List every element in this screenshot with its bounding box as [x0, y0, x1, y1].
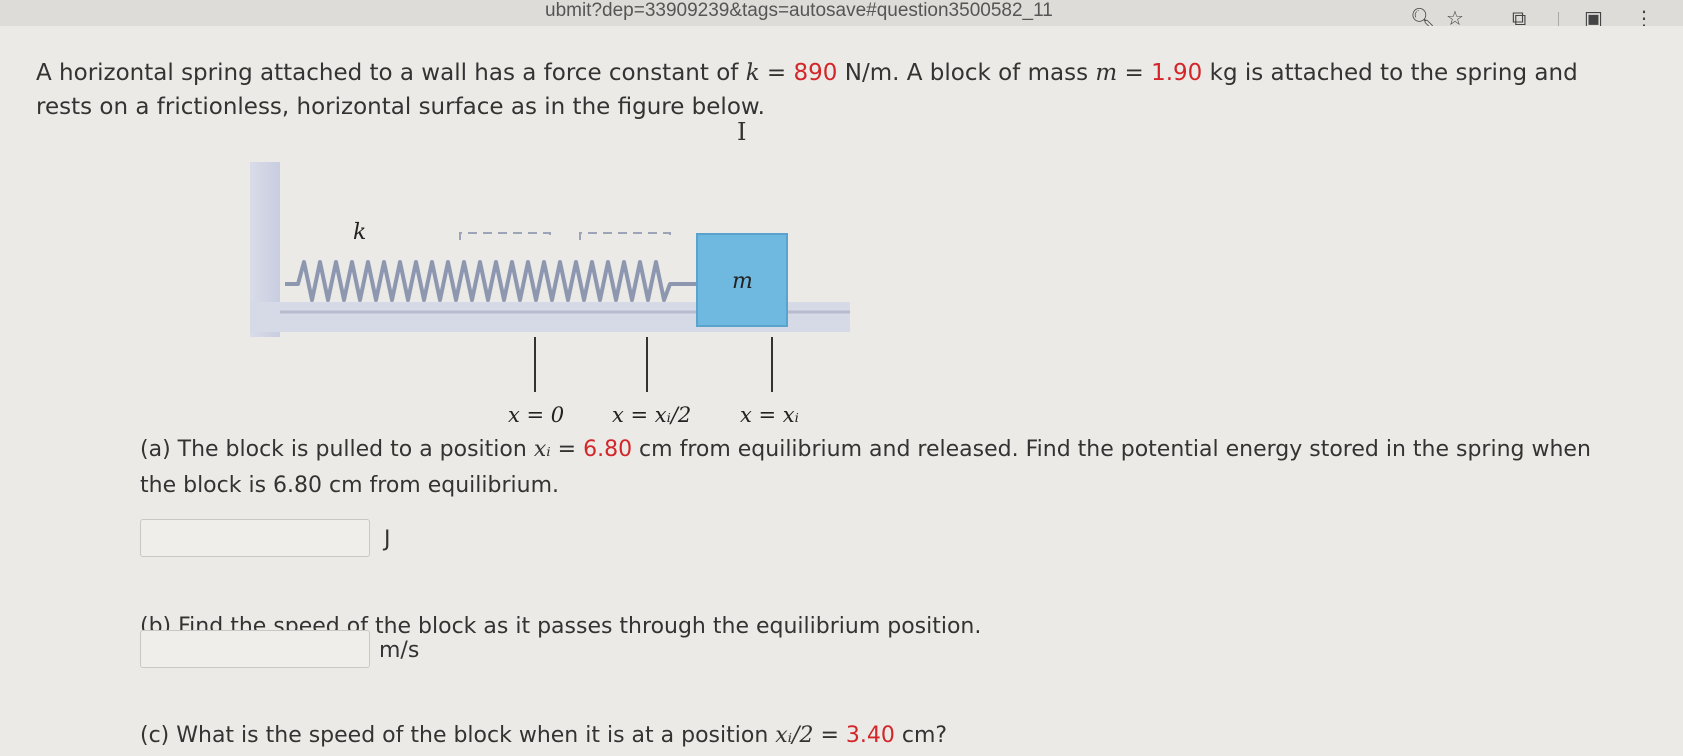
bookmark-star-icon[interactable]: ☆ — [1446, 8, 1464, 28]
m-value: 1.90 — [1151, 60, 1203, 86]
zoom-icon[interactable]: 🔍︎ — [1410, 8, 1435, 28]
xi-variable: xᵢ — [533, 437, 551, 462]
text-cursor-icon: I — [737, 118, 747, 146]
part-a-question: (a) The block is pulled to a position xᵢ… — [140, 437, 1591, 498]
address-bar-url[interactable]: ubmit?dep=33909239&tags=autosave#questio… — [545, 0, 1053, 22]
spring-block-figure: k m x = 0 x = xᵢ/2 x = xᵢ — [250, 162, 850, 427]
problem-statement: A horizontal spring attached to a wall h… — [36, 60, 1578, 120]
label-x-0: x = 0 — [508, 403, 564, 427]
sidebar-icon[interactable]: ▣ — [1584, 8, 1603, 28]
spring-label: k — [353, 220, 366, 245]
menu-icon[interactable]: ⋮ — [1634, 8, 1654, 28]
k-value: 890 — [793, 60, 838, 86]
label-x-half: x = xᵢ/2 — [612, 403, 691, 427]
m-variable: m — [1095, 60, 1118, 86]
block-label: m — [732, 269, 753, 294]
part-c-question: (c) What is the speed of the block when … — [140, 723, 948, 748]
question-page: A horizontal spring attached to a wall h… — [0, 26, 1683, 756]
browser-toolbar: ubmit?dep=33909239&tags=autosave#questio… — [0, 0, 1683, 34]
xi-value: 6.80 — [583, 437, 633, 462]
answer-input-a[interactable] — [140, 519, 370, 557]
unit-b: m/s — [379, 638, 420, 663]
spring — [285, 260, 698, 302]
answer-input-b[interactable] — [140, 630, 370, 668]
label-x-i: x = xᵢ — [740, 403, 799, 427]
extensions-icon[interactable]: ⧉ — [1512, 8, 1526, 28]
k-variable: k — [745, 60, 760, 86]
xi-half-value: 3.40 — [845, 723, 895, 748]
xi-half-variable: xᵢ/2 — [775, 723, 814, 748]
unit-a: J — [384, 527, 391, 552]
